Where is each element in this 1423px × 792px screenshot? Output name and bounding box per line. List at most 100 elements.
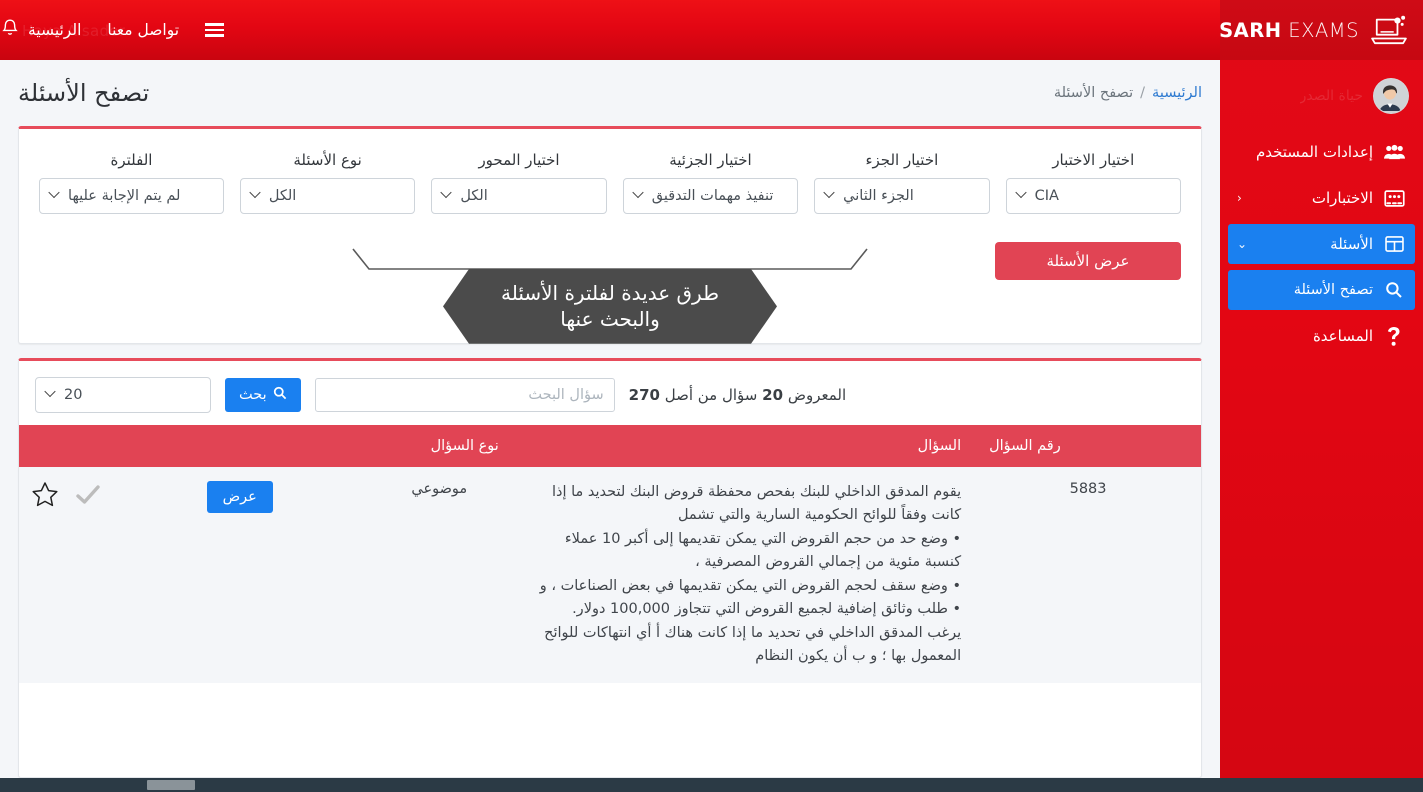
main-content: اختيار الاختبار CIA اختيار الجزء الجزء ا… xyxy=(0,126,1220,778)
column-header-question[interactable]: السؤال xyxy=(513,425,975,467)
select-per-page-value: 20 xyxy=(64,387,82,403)
select-exam[interactable]: CIA xyxy=(1006,178,1181,214)
brand-name: SARH EXAMS xyxy=(1220,19,1359,42)
breadcrumb: الرئيسية / تصفح الأسئلة xyxy=(1054,85,1202,101)
top-nav-links: تواصل معنا الرئيسية xyxy=(0,18,238,43)
magnifier-icon xyxy=(273,386,287,404)
filter-field-subpart: اختيار الجزئية تنفيذ مهمات التدقيق xyxy=(623,151,798,214)
chevron-left-icon: ‹ xyxy=(1237,191,1242,205)
chevron-down-icon xyxy=(1016,192,1025,201)
page-title: تصفح الأسئلة xyxy=(18,79,149,107)
app-root: Haya Alsader تواصل معنا الرئيسية ال xyxy=(0,0,1423,792)
column-header-spacer xyxy=(19,425,114,467)
horizontal-scrollbar[interactable] xyxy=(0,778,1423,792)
select-question-type-value: الكل xyxy=(269,188,296,204)
brand-name-bold: SARH xyxy=(1220,19,1282,42)
filter-label-part: اختيار الجزء xyxy=(814,151,989,169)
cell-question-type: موضوعي xyxy=(366,467,513,683)
top-navbar: Haya Alsader تواصل معنا الرئيسية xyxy=(0,0,1220,60)
check-mark-icon[interactable] xyxy=(75,484,101,510)
sidebar-item-help[interactable]: المساعدة xyxy=(1228,316,1415,356)
cell-status-icons xyxy=(19,467,114,683)
nav-contact-link[interactable]: تواصل معنا xyxy=(107,21,179,39)
grid-icon xyxy=(1382,236,1406,252)
sidebar-item-help-label: المساعدة xyxy=(1237,327,1373,345)
select-per-page[interactable]: 20 xyxy=(35,377,211,413)
sidebar-menu: إعدادات المستخدم الاختبارات ‹ xyxy=(1220,132,1423,356)
callout-line-2: والبحث عنها xyxy=(501,306,719,332)
chevron-down-icon xyxy=(441,192,450,201)
sidebar-item-browse-questions[interactable]: تصفح الأسئلة xyxy=(1228,270,1415,310)
count-shown: 20 xyxy=(762,386,783,404)
star-outline-icon[interactable] xyxy=(31,481,59,512)
sidebar-item-exams-label: الاختبارات xyxy=(1242,189,1373,207)
table-header-row: رقم السؤال السؤال نوع السؤال xyxy=(19,425,1201,467)
view-question-button[interactable]: عرض xyxy=(207,481,273,513)
filter-panel: اختيار الاختبار CIA اختيار الجزء الجزء ا… xyxy=(18,126,1202,344)
laptop-gear-icon xyxy=(1368,14,1410,46)
filter-row: اختيار الاختبار CIA اختيار الجزء الجزء ا… xyxy=(39,151,1181,214)
filter-field-axis: اختيار المحور الكل xyxy=(431,151,606,214)
nav-home-link[interactable]: الرئيسية xyxy=(0,18,81,43)
chevron-down-icon xyxy=(250,192,259,201)
filter-label-filtering: الفلترة xyxy=(39,151,224,169)
column-header-type[interactable]: نوع السؤال xyxy=(366,425,513,467)
filter-label-axis: اختيار المحور xyxy=(431,151,606,169)
select-part-value: الجزء الثاني xyxy=(843,188,914,204)
sidebar-item-user-settings-label: إعدادات المستخدم xyxy=(1237,143,1373,161)
count-total: 270 xyxy=(629,386,660,404)
cell-question-number: 5883 xyxy=(975,467,1201,683)
show-questions-button[interactable]: عرض الأسئلة xyxy=(995,242,1181,280)
brand-header[interactable]: SARH EXAMS xyxy=(1220,0,1423,60)
select-filtering[interactable]: لم يتم الإجابة عليها xyxy=(39,178,224,214)
avatar xyxy=(1373,78,1409,114)
scrollbar-thumb[interactable] xyxy=(147,780,195,790)
sidebar-user[interactable]: حياة الصدر xyxy=(1220,60,1423,132)
table-row: 5883 يقوم المدقق الداخلي للبنك بفحص محفظ… xyxy=(19,467,1201,683)
select-axis-value: الكل xyxy=(460,188,487,204)
results-panel: المعروض 20 سؤال من أصل 270 بحث 20 xyxy=(18,358,1202,778)
results-count: المعروض 20 سؤال من أصل 270 xyxy=(629,386,846,404)
search-button[interactable]: بحث xyxy=(225,378,301,412)
hamburger-menu-icon[interactable] xyxy=(205,23,224,36)
exam-board-icon xyxy=(1382,190,1406,207)
select-part[interactable]: الجزء الثاني xyxy=(814,178,989,214)
breadcrumb-home[interactable]: الرئيسية xyxy=(1152,85,1202,101)
callout-line-1: طرق عديدة لفلترة الأسئلة xyxy=(501,280,719,306)
select-exam-value: CIA xyxy=(1035,188,1059,204)
chevron-down-icon: ⌄ xyxy=(1237,237,1247,251)
select-axis[interactable]: الكل xyxy=(431,178,606,214)
cell-view-action: عرض xyxy=(114,467,366,683)
results-toolbar: المعروض 20 سؤال من أصل 270 بحث 20 xyxy=(19,361,1201,425)
search-input[interactable] xyxy=(315,378,615,412)
nav-home-label: الرئيسية xyxy=(28,21,81,39)
users-group-icon xyxy=(1382,144,1406,160)
sidebar-item-user-settings[interactable]: إعدادات المستخدم xyxy=(1228,132,1415,172)
sidebar-item-questions[interactable]: الأسئلة ⌄ xyxy=(1228,224,1415,264)
select-filtering-value: لم يتم الإجابة عليها xyxy=(68,188,180,204)
select-question-type[interactable]: الكل xyxy=(240,178,415,214)
callout-bubble: طرق عديدة لفلترة الأسئلة والبحث عنها xyxy=(443,269,777,344)
chevron-down-icon xyxy=(45,391,54,400)
chevron-down-icon xyxy=(824,192,833,201)
table-body: 5883 يقوم المدقق الداخلي للبنك بفحص محفظ… xyxy=(19,467,1201,683)
table-header: رقم السؤال السؤال نوع السؤال xyxy=(19,425,1201,467)
select-subpart-value: تنفيذ مهمات التدقيق xyxy=(652,188,774,204)
sidebar-item-questions-label: الأسئلة xyxy=(1247,235,1373,253)
brand-name-light: EXAMS xyxy=(1288,19,1359,42)
cell-question-text: يقوم المدقق الداخلي للبنك بفحص محفظة قرو… xyxy=(513,467,975,683)
question-mark-icon xyxy=(1382,327,1406,346)
breadcrumb-current: تصفح الأسئلة xyxy=(1054,85,1133,101)
count-mid: سؤال من أصل xyxy=(665,386,758,404)
column-header-number[interactable]: رقم السؤال xyxy=(975,425,1201,467)
select-subpart[interactable]: تنفيذ مهمات التدقيق xyxy=(623,178,798,214)
search-icon xyxy=(1382,281,1406,299)
filter-label-exam: اختيار الاختبار xyxy=(1006,151,1181,169)
search-button-label: بحث xyxy=(239,387,267,403)
bell-icon xyxy=(0,18,20,43)
filter-field-part: اختيار الجزء الجزء الثاني xyxy=(814,151,989,214)
page-header: الرئيسية / تصفح الأسئلة تصفح الأسئلة xyxy=(0,60,1220,126)
nav-contact-label: تواصل معنا xyxy=(107,21,179,39)
chevron-down-icon xyxy=(49,192,58,201)
sidebar-item-exams[interactable]: الاختبارات ‹ xyxy=(1228,178,1415,218)
